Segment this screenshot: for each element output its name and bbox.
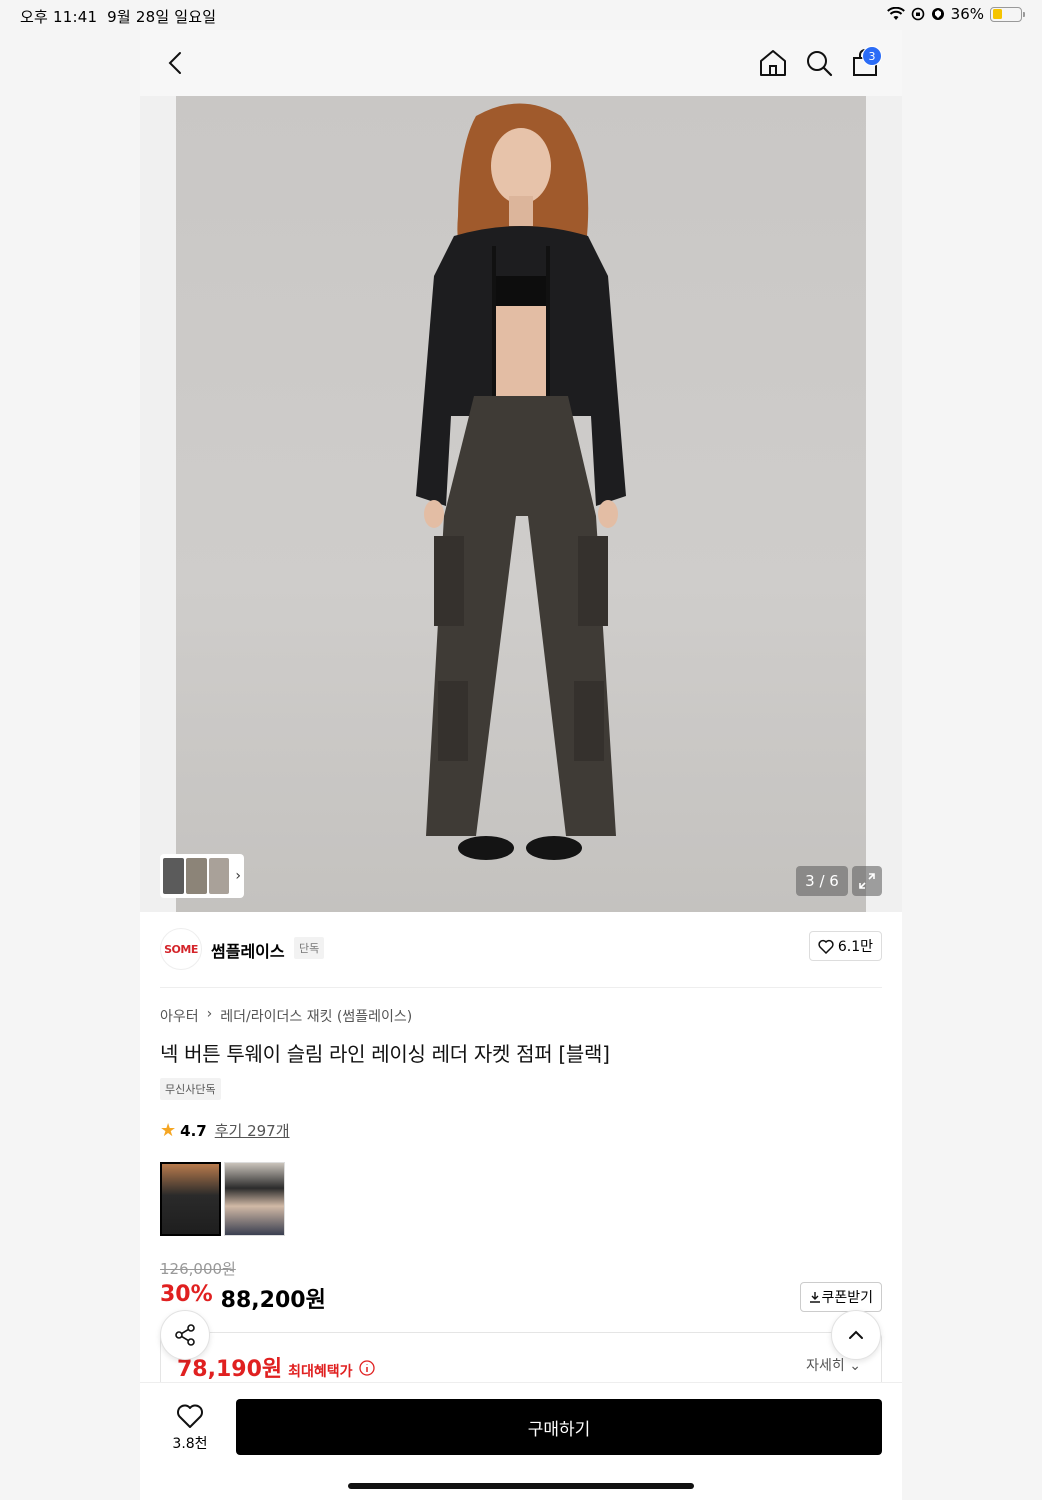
wishlist-count: 3.8천: [172, 1436, 208, 1452]
chevron-down-icon: ⌄: [849, 1358, 861, 1374]
color-option-selected[interactable]: [160, 1162, 221, 1236]
color-option[interactable]: [224, 1162, 285, 1236]
status-time: 오후 11:41 9월 28일 일요일: [20, 8, 217, 26]
info-icon[interactable]: [358, 1360, 375, 1376]
lock-rotation-icon: [911, 7, 924, 21]
battery-icon: [990, 6, 1025, 22]
chevron-up-icon: [849, 1330, 863, 1339]
chevron-right-icon[interactable]: ›: [235, 868, 241, 884]
brand-name[interactable]: 썸플레이스: [211, 938, 285, 962]
buy-button[interactable]: 구매하기: [236, 1399, 882, 1455]
model-photo-illustration: [416, 103, 626, 860]
wishlist-button[interactable]: 3.8천: [170, 1403, 210, 1453]
status-bar: 오후 11:41 9월 28일 일요일 36%: [0, 0, 1042, 30]
brand-exclusive-tag: 단독: [294, 937, 325, 959]
top-nav: 3: [140, 30, 902, 96]
detail-label: 자세히: [806, 1358, 845, 1374]
max-benefit-label: 최대혜택가: [288, 1364, 353, 1380]
brand-like-button[interactable]: 6.1만: [808, 931, 882, 961]
share-icon: [175, 1324, 195, 1346]
product-gallery[interactable]: › 3 / 6: [140, 96, 902, 912]
chevron-right-icon: ›: [206, 1006, 213, 1022]
gallery-thumb[interactable]: [185, 858, 207, 894]
scroll-top-button[interactable]: [831, 1310, 881, 1360]
search-icon[interactable]: [804, 48, 834, 78]
product-page: 3 › 3 / 6 SOME 썸플레이스 단독 6.1만 아우터 › 레더/라이…: [140, 30, 902, 1500]
vpn-icon: [931, 8, 944, 20]
share-button[interactable]: [160, 1310, 210, 1360]
product-photo[interactable]: [176, 96, 866, 912]
image-counter: 3 / 6: [796, 866, 848, 896]
breadcrumb: 아우터 › 레더/라이더스 재킷 (썸플레이스): [160, 1006, 412, 1026]
original-price: 126,000원: [160, 1260, 236, 1278]
breadcrumb-category[interactable]: 아우터: [160, 1006, 199, 1026]
heart-icon: [177, 1404, 203, 1428]
reviews-link[interactable]: 후기 297개: [215, 1120, 290, 1141]
home-indicator: [348, 1483, 694, 1489]
download-icon: [810, 1292, 821, 1303]
status-icons: 36%: [886, 5, 1025, 23]
color-options: [160, 1162, 285, 1236]
brand-like-count: 6.1만: [837, 939, 873, 955]
breadcrumb-subcategory[interactable]: 레더/라이더스 재킷 (썸플레이스): [220, 1006, 412, 1026]
back-icon[interactable]: [164, 50, 188, 76]
gallery-thumb[interactable]: [163, 858, 184, 894]
expand-icon[interactable]: [852, 866, 882, 896]
rating-row: ★ 4.7 후기 297개: [160, 1120, 290, 1141]
wifi-icon: [886, 7, 905, 20]
max-benefit: 78,190원 최대혜택가: [177, 1351, 375, 1383]
star-icon: ★: [160, 1120, 177, 1141]
brand-row: SOME 썸플레이스 단독 6.1만: [160, 928, 882, 988]
gallery-thumb[interactable]: [208, 858, 230, 894]
cart-count-badge: 3: [862, 46, 882, 66]
coupon-button[interactable]: 쿠폰받기: [800, 1282, 882, 1312]
sale-price: 88,200원: [220, 1288, 326, 1313]
exclusive-badge: 무신사단독: [160, 1078, 221, 1100]
rating-score: 4.7: [180, 1121, 207, 1140]
home-icon[interactable]: [758, 48, 788, 78]
gallery-thumbnails[interactable]: ›: [160, 854, 244, 898]
brand-logo[interactable]: SOME: [160, 928, 202, 970]
heart-icon: [818, 939, 834, 954]
battery-percent: 36%: [950, 5, 984, 23]
coupon-label: 쿠폰받기: [821, 1290, 873, 1306]
product-title: 넥 버튼 투웨이 슬림 라인 레이싱 레더 자켓 점퍼 [블랙]: [160, 1042, 610, 1066]
bottom-action-bar: 3.8천 구매하기: [140, 1382, 902, 1482]
